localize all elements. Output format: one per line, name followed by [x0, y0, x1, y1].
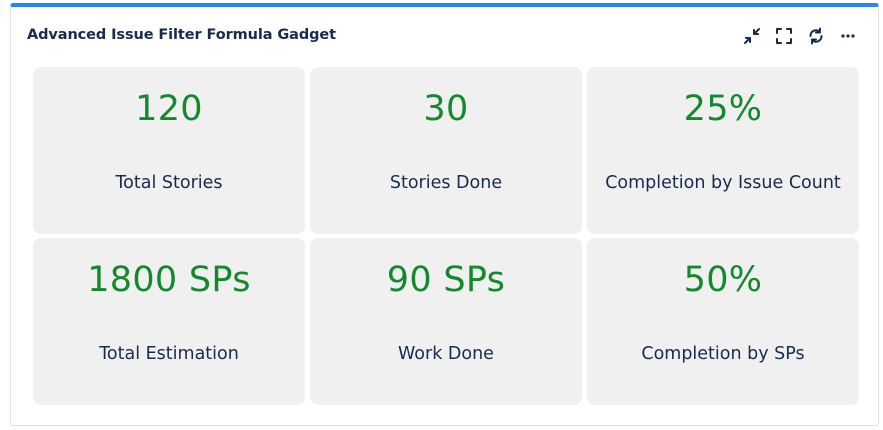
- more-options-button[interactable]: [838, 26, 858, 46]
- metric-card-total-estimation: 1800 SPs Total Estimation: [33, 238, 305, 405]
- metric-label: Total Stories: [115, 173, 223, 193]
- metric-card-completion-by-issue-count: 25% Completion by Issue Count: [587, 67, 859, 234]
- metric-card-total-stories: 120 Total Stories: [33, 67, 305, 234]
- metric-value: 120: [135, 89, 203, 129]
- metric-card-completion-by-sps: 50% Completion by SPs: [587, 238, 859, 405]
- metric-card-work-done: 90 SPs Work Done: [310, 238, 582, 405]
- gadget-title: Advanced Issue Filter Formula Gadget: [27, 27, 336, 43]
- metric-value: 25%: [683, 89, 763, 129]
- metric-label: Completion by SPs: [641, 344, 805, 364]
- metric-label: Total Estimation: [99, 344, 239, 364]
- metric-value: 50%: [683, 260, 763, 300]
- gadget-header: Advanced Issue Filter Formula Gadget: [11, 7, 878, 63]
- minimize-icon: [744, 28, 760, 44]
- metric-value: 1800 SPs: [87, 260, 251, 300]
- metric-card-stories-done: 30 Stories Done: [310, 67, 582, 234]
- metric-value: 30: [423, 89, 469, 129]
- metric-label: Work Done: [398, 344, 494, 364]
- gadget-panel: Advanced Issue Filter Formula Gadget 120…: [10, 3, 879, 426]
- fullscreen-icon: [776, 28, 792, 44]
- metrics-grid: 120 Total Stories 30 Stories Done 25% Co…: [33, 67, 859, 405]
- metric-label: Stories Done: [389, 173, 503, 193]
- metric-label: Completion by Issue Count: [605, 173, 841, 193]
- more-options-icon: [841, 34, 855, 38]
- metric-value: 90 SPs: [386, 260, 506, 300]
- refresh-icon: [809, 27, 823, 45]
- fullscreen-button[interactable]: [774, 26, 794, 46]
- gadget-controls: [742, 26, 858, 46]
- minimize-button[interactable]: [742, 26, 762, 46]
- refresh-button[interactable]: [806, 26, 826, 46]
